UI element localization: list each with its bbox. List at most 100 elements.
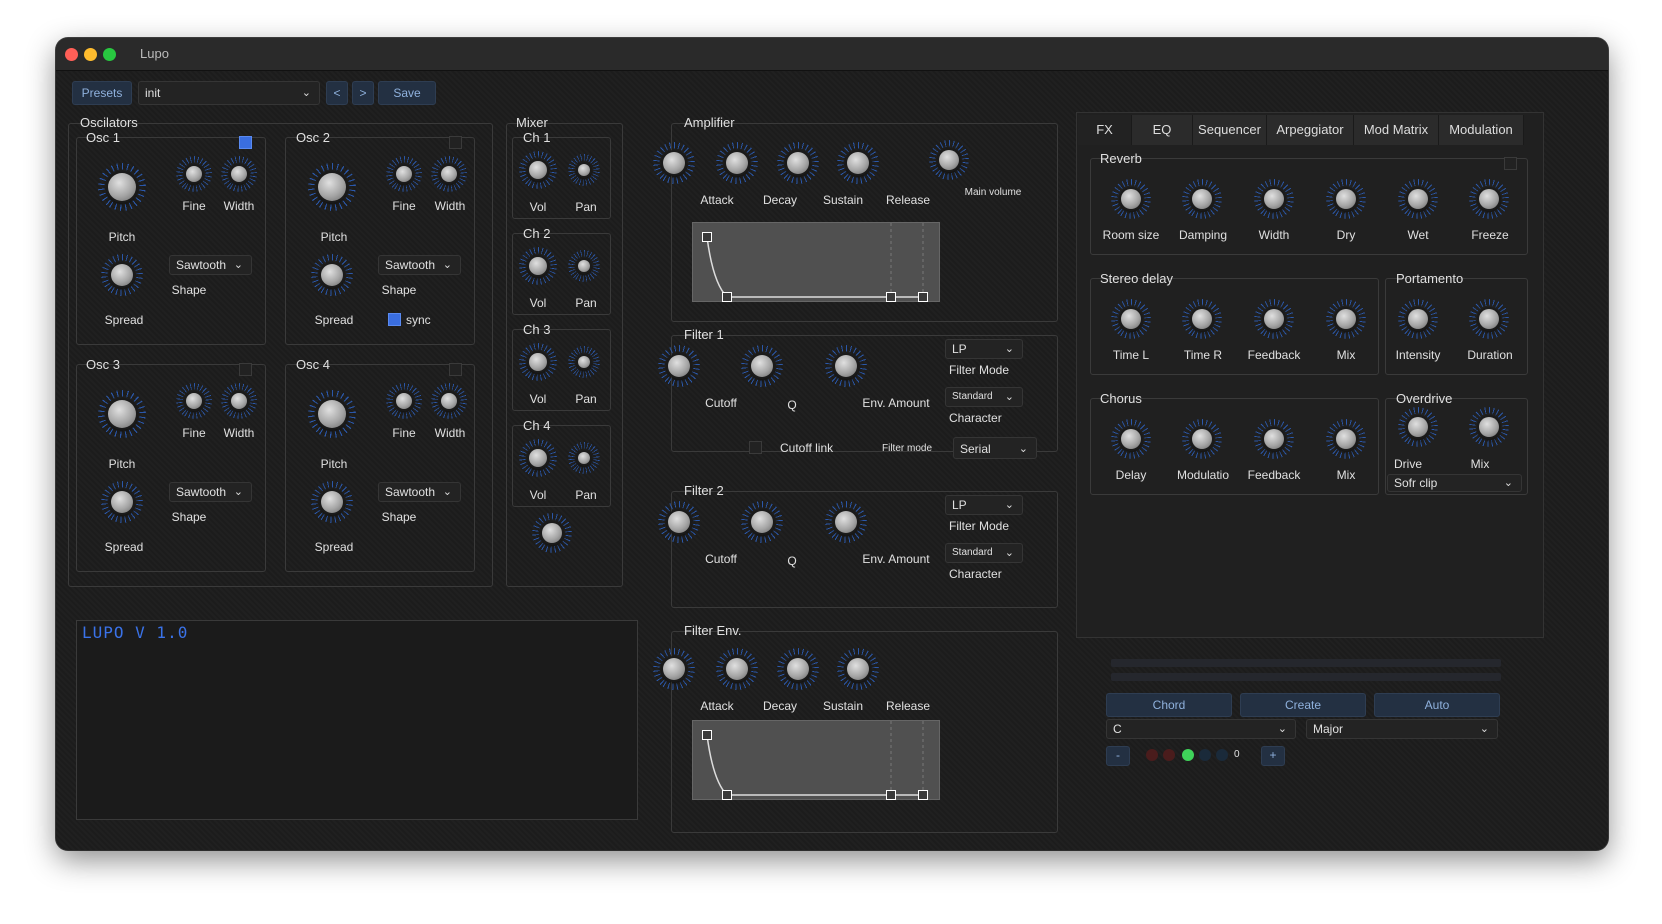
filter2-env-amount-knob[interactable] (825, 501, 867, 543)
osc1-width-knob[interactable] (221, 156, 257, 192)
amp-env-sustain-handle[interactable] (886, 292, 896, 302)
filter1-cutoff-knob[interactable] (658, 345, 700, 387)
osc4-enable-toggle[interactable] (449, 363, 462, 376)
filter2-mode-select[interactable]: LP ⌄ (945, 495, 1023, 515)
chorus-delay-knob[interactable] (1111, 419, 1151, 459)
ch3-pan-knob[interactable] (568, 346, 600, 378)
chord-decrement-button[interactable]: - (1106, 746, 1130, 766)
tab-mod-matrix[interactable]: Mod Matrix (1354, 115, 1439, 145)
osc3-enable-toggle[interactable] (239, 363, 252, 376)
tab-sequencer[interactable]: Sequencer (1193, 115, 1267, 145)
cutoff-link-checkbox[interactable] (749, 441, 762, 454)
ch4-pan-knob[interactable] (568, 442, 600, 474)
tab-fx[interactable]: FX (1078, 115, 1132, 145)
reverb-wet-knob[interactable] (1398, 179, 1438, 219)
fenv-release-knob[interactable] (837, 648, 879, 690)
osc2-shape-select[interactable]: Sawtooth ⌄ (378, 255, 461, 275)
filter2-cutoff-knob[interactable] (658, 501, 700, 543)
amp-release-knob[interactable] (837, 142, 879, 184)
fenv-attack-knob[interactable] (653, 648, 695, 690)
led-1[interactable] (1146, 749, 1158, 761)
chorus-mix-knob[interactable] (1326, 419, 1366, 459)
delay-feedback-knob[interactable] (1254, 299, 1294, 339)
filter1-env-amount-knob[interactable] (825, 345, 867, 387)
delay-time-l-knob[interactable] (1111, 299, 1151, 339)
fenv-sustain-knob[interactable] (777, 648, 819, 690)
auto-chord-button[interactable]: Auto (1374, 693, 1500, 717)
zoom-window-button[interactable] (103, 48, 116, 61)
minimize-window-button[interactable] (84, 48, 97, 61)
filter-envelope-graph[interactable] (692, 720, 940, 800)
tab-modulation[interactable]: Modulation (1439, 115, 1524, 145)
ch3-vol-knob[interactable] (519, 343, 557, 381)
ch1-pan-knob[interactable] (568, 154, 600, 186)
osc3-pitch-knob[interactable] (98, 390, 146, 438)
chord-scale-select[interactable]: Major ⌄ (1306, 719, 1498, 739)
amp-envelope-graph[interactable] (692, 222, 940, 302)
filter-mode-select[interactable]: Serial ⌄ (953, 437, 1037, 459)
led-3[interactable] (1182, 749, 1194, 761)
amp-attack-knob[interactable] (653, 142, 695, 184)
osc4-fine-knob[interactable] (386, 383, 422, 419)
filter1-character-select[interactable]: Standard ⌄ (945, 387, 1023, 407)
led-4[interactable] (1199, 749, 1211, 761)
reverb-width-knob[interactable] (1254, 179, 1294, 219)
chord-key-select[interactable]: C ⌄ (1106, 719, 1296, 739)
tab-arpeggiator[interactable]: Arpeggiator (1267, 115, 1354, 145)
osc1-pitch-knob[interactable] (98, 163, 146, 211)
filter1-q-knob[interactable] (741, 345, 783, 387)
reverb-enable-toggle[interactable] (1504, 157, 1517, 170)
preset-select[interactable]: init ⌄ (138, 81, 320, 105)
osc1-spread-knob[interactable] (101, 254, 143, 296)
osc4-width-knob[interactable] (431, 383, 467, 419)
filter2-q-knob[interactable] (741, 501, 783, 543)
osc4-shape-select[interactable]: Sawtooth ⌄ (378, 482, 461, 502)
mixer-master-knob[interactable] (532, 513, 572, 553)
osc2-spread-knob[interactable] (311, 254, 353, 296)
osc2-fine-knob[interactable] (386, 156, 422, 192)
osc1-enable-toggle[interactable] (239, 136, 252, 149)
ch1-vol-knob[interactable] (519, 151, 557, 189)
osc3-width-knob[interactable] (221, 383, 257, 419)
reverb-room-size-knob[interactable] (1111, 179, 1151, 219)
filter2-character-select[interactable]: Standard ⌄ (945, 543, 1023, 563)
overdrive-mix-knob[interactable] (1469, 407, 1509, 447)
fenv-release-handle[interactable] (918, 790, 928, 800)
reverb-damping-knob[interactable] (1182, 179, 1222, 219)
main-volume-knob[interactable] (929, 140, 969, 180)
ch4-vol-knob[interactable] (519, 439, 557, 477)
prev-preset-button[interactable]: < (326, 81, 348, 105)
amp-env-decay-handle[interactable] (722, 292, 732, 302)
osc3-fine-knob[interactable] (176, 383, 212, 419)
delay-time-r-knob[interactable] (1182, 299, 1222, 339)
chord-button[interactable]: Chord (1106, 693, 1232, 717)
ch2-vol-knob[interactable] (519, 247, 557, 285)
osc4-spread-knob[interactable] (311, 481, 353, 523)
osc3-spread-knob[interactable] (101, 481, 143, 523)
delay-mix-knob[interactable] (1326, 299, 1366, 339)
next-preset-button[interactable]: > (352, 81, 374, 105)
osc2-pitch-knob[interactable] (308, 163, 356, 211)
save-preset-button[interactable]: Save (378, 81, 436, 105)
fenv-decay-knob[interactable] (716, 648, 758, 690)
led-5[interactable] (1216, 749, 1228, 761)
amp-env-attack-handle[interactable] (702, 232, 712, 242)
led-2[interactable] (1163, 749, 1175, 761)
osc2-sync-toggle[interactable] (388, 313, 401, 326)
osc2-enable-toggle[interactable] (449, 136, 462, 149)
chorus-modulation-knob[interactable] (1182, 419, 1222, 459)
amp-decay-knob[interactable] (716, 142, 758, 184)
tab-eq[interactable]: EQ (1132, 115, 1193, 145)
osc1-shape-select[interactable]: Sawtooth ⌄ (169, 255, 252, 275)
fenv-attack-handle[interactable] (702, 730, 712, 740)
reverb-dry-knob[interactable] (1326, 179, 1366, 219)
ch2-pan-knob[interactable] (568, 250, 600, 282)
amp-sustain-knob[interactable] (777, 142, 819, 184)
amp-env-release-handle[interactable] (918, 292, 928, 302)
portamento-intensity-knob[interactable] (1398, 299, 1438, 339)
fenv-sustain-handle[interactable] (886, 790, 896, 800)
osc3-shape-select[interactable]: Sawtooth ⌄ (169, 482, 252, 502)
overdrive-mode-select[interactable]: Sofr clip ⌄ (1387, 474, 1522, 492)
close-window-button[interactable] (65, 48, 78, 61)
portamento-duration-knob[interactable] (1469, 299, 1509, 339)
